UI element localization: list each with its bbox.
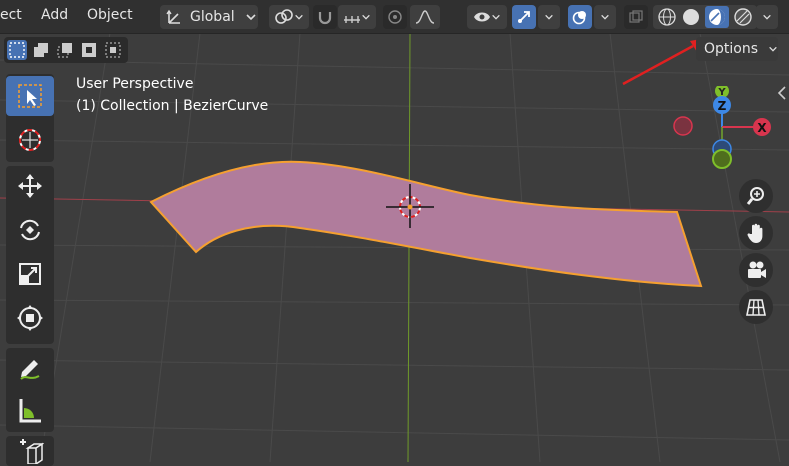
gizmo-neg-y (712, 149, 732, 169)
gizmo-dropdown[interactable] (538, 5, 560, 29)
viewport-header: ect Add Object Global (0, 0, 789, 34)
shading-mode-group (653, 5, 757, 29)
cursor-icon (19, 129, 41, 151)
select-box-icon (18, 84, 42, 108)
move-tool[interactable] (6, 166, 54, 206)
orientation-icon (166, 9, 180, 24)
rotate-icon (20, 219, 40, 241)
camera-icon (748, 261, 766, 278)
proportional-edit-toggle[interactable] (383, 5, 407, 29)
zoom-button[interactable] (739, 179, 773, 213)
select-extend-button[interactable] (31, 40, 51, 60)
solid-shading-icon[interactable] (681, 7, 701, 27)
toolbar-group-transform (6, 166, 54, 344)
toolbar-group-select (6, 74, 54, 162)
menu-object[interactable]: Object (87, 7, 133, 23)
gizmo-z-label: Z (718, 99, 727, 113)
chevron-down-icon (545, 14, 553, 20)
options-label: Options (704, 41, 759, 57)
material-preview-button[interactable] (705, 6, 729, 28)
chevron-down-icon (763, 14, 771, 20)
collection-object-label: (1) Collection | BezierCurve (76, 98, 269, 114)
measure-tool[interactable] (6, 390, 54, 430)
select-invert-icon (82, 43, 96, 57)
material-preview-icon (709, 9, 725, 25)
menu-add[interactable]: Add (41, 7, 68, 23)
add-cube-icon (20, 439, 44, 464)
snap-target-dropdown[interactable] (338, 5, 376, 29)
falloff-curve-icon (415, 10, 435, 24)
select-box-tool[interactable] (6, 76, 54, 116)
viewport-scene (0, 32, 789, 462)
navigation-gizmo[interactable]: Y Z X (668, 86, 778, 176)
select-subtract-icon (57, 43, 72, 58)
magnet-icon (318, 12, 332, 25)
shading-dropdown[interactable] (756, 5, 778, 29)
chevron-down-icon (769, 46, 777, 52)
bezier-curve-mesh[interactable] (149, 160, 703, 288)
scale-icon (19, 263, 41, 285)
options-dropdown[interactable]: Options (696, 37, 778, 61)
gizmo-x-label: X (757, 121, 767, 135)
rendered-shading-icon[interactable] (733, 7, 753, 27)
annotate-tool[interactable] (6, 348, 54, 388)
overlays-toggle[interactable] (568, 5, 592, 29)
camera-view-button[interactable] (739, 253, 773, 287)
3d-viewport[interactable] (0, 0, 789, 462)
chevron-down-icon (246, 14, 256, 21)
overlays-dropdown[interactable] (594, 5, 616, 29)
eye-icon (474, 12, 490, 22)
select-intersect-icon (105, 42, 121, 58)
measure-icon (19, 399, 41, 423)
snap-increment-icon (344, 16, 360, 23)
gizmo-toggle[interactable] (512, 5, 536, 29)
xray-toggle[interactable] (624, 5, 648, 29)
scale-tool[interactable] (6, 254, 54, 294)
gizmo-arrow-icon (518, 11, 530, 23)
select-extend-icon (34, 43, 48, 57)
proportional-edit-icon (388, 10, 402, 24)
annotation-arrow (622, 38, 706, 86)
select-new-button[interactable] (7, 40, 27, 60)
rotate-tool[interactable] (6, 210, 54, 250)
transform-tool[interactable] (6, 298, 54, 338)
grid-ortho-icon (746, 299, 766, 316)
select-new-icon (9, 42, 25, 58)
chevron-down-icon (295, 14, 303, 20)
menu-select[interactable]: ect (0, 7, 22, 23)
visibility-dropdown[interactable] (467, 5, 507, 29)
transform-orientation-dropdown[interactable]: Global (160, 5, 258, 29)
zoom-icon (746, 187, 764, 205)
selection-mode-group (4, 37, 128, 63)
select-subtract-button[interactable] (55, 40, 75, 60)
annotate-icon (20, 360, 40, 380)
transform-orientation-label: Global (190, 9, 235, 25)
view-name-label: User Perspective (76, 76, 194, 92)
toolbar-group-annotate (6, 348, 54, 432)
select-invert-button[interactable] (79, 40, 99, 60)
chevron-down-icon (492, 14, 500, 20)
sidebar-toggle-icon[interactable] (777, 86, 787, 100)
xray-icon (629, 10, 643, 23)
wireframe-shading-icon[interactable] (657, 7, 677, 27)
pivot-point-dropdown[interactable] (269, 5, 309, 29)
snap-toggle[interactable] (313, 5, 337, 29)
chevron-down-icon (601, 14, 609, 20)
move-icon (18, 174, 42, 198)
transform-icon (17, 305, 43, 331)
pan-button[interactable] (739, 216, 773, 250)
ortho-toggle-button[interactable] (739, 290, 773, 324)
cursor-tool[interactable] (6, 120, 54, 160)
falloff-dropdown[interactable] (410, 5, 440, 29)
pivot-icon (275, 9, 293, 24)
select-intersect-button[interactable] (103, 40, 123, 60)
pan-hand-icon (747, 223, 763, 243)
chevron-down-icon (362, 14, 370, 20)
overlays-icon (572, 11, 586, 25)
gizmo-neg-x (673, 116, 693, 136)
